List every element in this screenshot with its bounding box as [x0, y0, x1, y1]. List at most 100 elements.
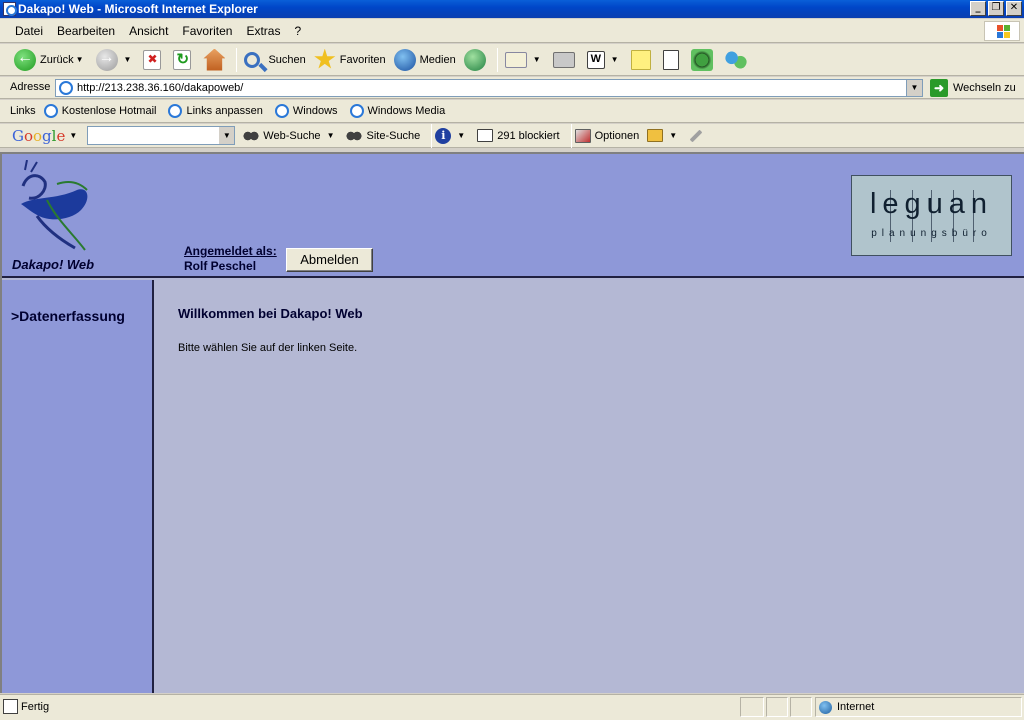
- note-icon: [630, 49, 651, 70]
- icq-button[interactable]: [687, 46, 721, 74]
- print-button[interactable]: [549, 46, 583, 74]
- mail-button[interactable]: ▼: [501, 46, 549, 74]
- page-header: Dakapo! Web Angemeldet als: Rolf Peschel…: [2, 154, 1024, 278]
- home-button[interactable]: [199, 46, 233, 74]
- google-search-input[interactable]: ▼: [87, 126, 236, 145]
- logout-button[interactable]: Abmelden: [286, 248, 373, 272]
- menu-bearbeiten[interactable]: Bearbeiten: [50, 24, 122, 38]
- highlight-button[interactable]: [689, 129, 707, 142]
- history-button[interactable]: [460, 46, 494, 74]
- popup-blocked-count: 291 blockiert: [497, 129, 560, 142]
- options-label: Optionen: [594, 129, 640, 142]
- search-button[interactable]: Suchen: [240, 46, 309, 74]
- forward-button[interactable]: ▼: [92, 46, 140, 74]
- ie-page-icon: [274, 104, 289, 118]
- link-hotmail[interactable]: Kostenlose Hotmail: [43, 104, 156, 118]
- popup-blocker-icon: [477, 129, 494, 142]
- google-toolbar: Google ▼ ▼ Web-Suche ▼ Site-Suche i ▼ 29…: [0, 123, 1024, 148]
- logged-in-user: Rolf Peschel: [184, 259, 257, 273]
- stop-button[interactable]: [139, 46, 169, 74]
- pencil-icon: [689, 129, 703, 142]
- go-arrow-icon: ➜: [930, 79, 948, 97]
- menu-ansicht[interactable]: Ansicht: [122, 24, 175, 38]
- address-dropdown-icon[interactable]: ▼: [906, 80, 922, 96]
- link-windows[interactable]: Windows: [274, 104, 338, 118]
- menu-favoriten[interactable]: Favoriten: [175, 24, 239, 38]
- title-bar: Dakapo! Web - Microsoft Internet Explore…: [0, 0, 1024, 18]
- printer-icon: [552, 51, 575, 68]
- logged-in-label[interactable]: Angemeldet als:: [184, 244, 277, 258]
- home-icon: [203, 48, 226, 71]
- status-panels: [740, 697, 814, 717]
- favorites-button[interactable]: Favoriten: [310, 46, 390, 74]
- ie-page-icon: [43, 104, 58, 118]
- edit-dropdown-icon[interactable]: ▼: [611, 55, 619, 64]
- popup-blocker-button[interactable]: 291 blockiert: [477, 129, 560, 142]
- window-title: Dakapo! Web - Microsoft Internet Explore…: [18, 2, 258, 16]
- refresh-button[interactable]: [169, 46, 199, 74]
- stop-icon: [143, 49, 162, 70]
- forward-dropdown-icon[interactable]: ▼: [124, 55, 132, 64]
- toolbar-separator: [236, 47, 238, 72]
- messenger-button[interactable]: [721, 46, 755, 74]
- magnifier-icon: [244, 51, 261, 68]
- ie-page-icon: [349, 104, 364, 118]
- standard-toolbar: Zurück ▼ ▼ Suchen Favoriten Medien ▼ ▼: [0, 44, 1024, 76]
- status-panel: [740, 697, 764, 717]
- site-search-icon: [346, 127, 363, 144]
- folder-up-icon: [647, 129, 664, 142]
- media-button[interactable]: Medien: [390, 46, 460, 74]
- google-menu-dropdown-icon[interactable]: ▼: [69, 131, 77, 140]
- web-search-button[interactable]: Web-Suche ▼: [243, 127, 338, 144]
- toolbar-separator: [570, 123, 572, 148]
- close-button[interactable]: ✕: [1006, 1, 1022, 16]
- leguan-brand-word: leguan: [869, 188, 994, 220]
- menu-help[interactable]: ?: [287, 24, 308, 38]
- page-info-button[interactable]: i ▼: [435, 127, 469, 144]
- google-search-dropdown-icon[interactable]: ▼: [219, 127, 235, 144]
- go-label: Wechseln zu: [953, 82, 1016, 94]
- nav-datenerfassung[interactable]: >Datenerfassung: [11, 308, 125, 324]
- mail-dropdown-icon[interactable]: ▼: [533, 55, 541, 64]
- binoculars-icon: [243, 127, 260, 144]
- address-bar: Adresse http://213.238.36.160/dakapoweb/…: [0, 77, 1024, 99]
- search-label: Suchen: [268, 53, 306, 66]
- site-search-button[interactable]: Site-Suche: [346, 127, 420, 144]
- media-label: Medien: [419, 53, 456, 66]
- security-zone[interactable]: Internet: [815, 697, 1022, 717]
- google-logo[interactable]: Google: [12, 127, 65, 145]
- grasshopper-logo-icon: [21, 160, 88, 251]
- web-search-label: Web-Suche: [263, 129, 321, 142]
- status-panel: [790, 697, 812, 717]
- restore-button[interactable]: ❐: [988, 1, 1004, 16]
- link-customize[interactable]: Links anpassen: [168, 104, 263, 118]
- messenger-icon: [724, 48, 747, 71]
- up-folder-button[interactable]: ▼: [647, 129, 681, 142]
- address-input[interactable]: http://213.238.36.160/dakapoweb/ ▼: [55, 79, 923, 97]
- star-icon: [314, 48, 336, 69]
- leguan-brand-sub: planungsbüro: [871, 228, 992, 239]
- ie-icon: [3, 2, 17, 16]
- refresh-icon: [173, 49, 192, 70]
- note-button[interactable]: [627, 46, 659, 74]
- edit-button[interactable]: ▼: [583, 46, 627, 74]
- link-windows-media[interactable]: Windows Media: [349, 104, 445, 118]
- favorites-label: Favoriten: [339, 53, 386, 66]
- options-button[interactable]: Optionen: [574, 128, 640, 143]
- go-button[interactable]: ➜ Wechseln zu: [930, 79, 1016, 97]
- link-label: Links anpassen: [186, 105, 263, 117]
- page-info-dropdown-icon[interactable]: ▼: [457, 131, 465, 140]
- web-search-dropdown-icon[interactable]: ▼: [327, 131, 335, 140]
- menu-extras[interactable]: Extras: [239, 24, 287, 38]
- back-dropdown-icon[interactable]: ▼: [76, 55, 84, 64]
- minimize-button[interactable]: _: [970, 1, 986, 16]
- welcome-heading: Willkommen bei Dakapo! Web: [178, 306, 363, 321]
- research-button[interactable]: [659, 46, 687, 74]
- status-text: Fertig: [21, 701, 50, 713]
- globe-media-icon: [393, 48, 416, 71]
- back-button[interactable]: Zurück ▼: [10, 46, 92, 74]
- menu-datei[interactable]: Datei: [8, 24, 50, 38]
- windows-logo-icon: [984, 21, 1020, 41]
- address-url[interactable]: http://213.238.36.160/dakapoweb/: [77, 82, 243, 94]
- folder-dropdown-icon[interactable]: ▼: [669, 131, 677, 140]
